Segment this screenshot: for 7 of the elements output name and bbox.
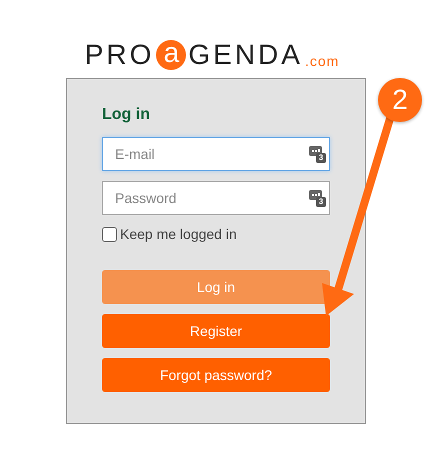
checkbox-label: Keep me logged in (120, 225, 237, 244)
logo: PRO a GENDA.com (84, 38, 340, 72)
input-field[interactable]: E-mail 3 (102, 137, 330, 171)
step-marker: 2 (378, 78, 422, 122)
form-title: Log in (102, 105, 151, 125)
checkbox[interactable] (102, 227, 117, 242)
input-field[interactable]: Password 3 (102, 181, 330, 215)
